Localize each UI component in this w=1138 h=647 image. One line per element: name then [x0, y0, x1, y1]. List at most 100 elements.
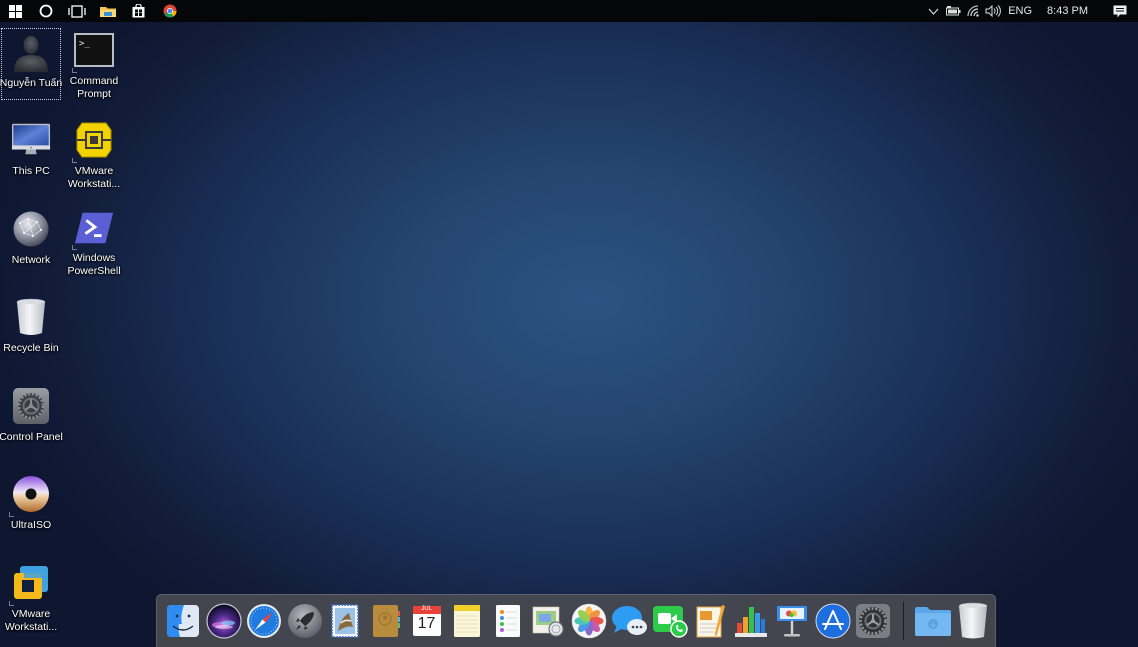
dock-item-facetime[interactable]: [651, 602, 689, 640]
notes-icon: [454, 605, 481, 637]
file-explorer-button[interactable]: [92, 0, 123, 22]
desktop-icon-command-prompt[interactable]: >_ Command Prompt: [64, 28, 124, 100]
finder-icon: [167, 605, 199, 637]
start-button[interactable]: [0, 0, 30, 22]
store-bag-icon: [132, 4, 145, 18]
desktop-icon-label: Control Panel: [0, 431, 63, 443]
task-view-button[interactable]: [61, 0, 92, 22]
store-button[interactable]: [123, 0, 154, 22]
trash-icon: [959, 602, 988, 639]
dock-item-contacts[interactable]: [367, 602, 405, 640]
battery-button[interactable]: [943, 0, 963, 22]
command-prompt-icon: >_: [74, 33, 114, 67]
network-button[interactable]: [963, 0, 983, 22]
dock-item-calendar[interactable]: JUL 17: [408, 602, 446, 640]
dock-item-siri[interactable]: [205, 602, 243, 640]
desktop-icon-label: Command Prompt: [69, 75, 119, 100]
contacts-book-icon: [372, 605, 400, 637]
chevron-down-icon: [928, 8, 939, 15]
desktop-icon-control-panel[interactable]: Control Panel: [0, 382, 63, 454]
desktop-icon-vmware-workstation-1[interactable]: VMware Workstati...: [64, 116, 124, 190]
keynote-podium-icon: [776, 606, 807, 637]
launchpad-rocket-icon: [287, 604, 322, 638]
shortcut-arrow-icon: [72, 245, 77, 250]
dock-item-preview[interactable]: [529, 602, 567, 640]
desktop-icon-vmware-workstation-2[interactable]: VMware Workstati...: [1, 559, 61, 633]
volume-icon: [985, 5, 1002, 17]
dock-item-app-store[interactable]: [814, 602, 852, 640]
dock-item-reminders[interactable]: [489, 602, 527, 640]
cortana-circle-icon: [39, 4, 52, 18]
vmware-blue-icon: [14, 566, 48, 599]
network-globe-icon: [13, 211, 49, 247]
desktop-icon-recycle-bin[interactable]: Recycle Bin: [1, 293, 61, 365]
cortana-button[interactable]: [30, 0, 61, 22]
dock-item-messages[interactable]: [611, 602, 649, 640]
shortcut-arrow-icon: [9, 512, 14, 517]
control-panel-gear-icon: [13, 388, 49, 424]
desktop-icon-windows-powershell[interactable]: Windows PowerShell: [64, 205, 124, 277]
safari-compass-icon: [247, 604, 282, 638]
facetime-icon: [653, 606, 688, 638]
vmware-yellow-icon: [76, 122, 112, 158]
calendar-day: 17: [417, 615, 436, 632]
desktop-icon-label: VMware Workstati...: [4, 608, 58, 633]
siri-icon: [205, 603, 242, 639]
volume-button[interactable]: [983, 0, 1003, 22]
shortcut-arrow-icon: [9, 601, 14, 606]
dock-separator: [902, 602, 904, 640]
dock: JUL 17: [156, 594, 996, 647]
chrome-button[interactable]: [154, 0, 185, 22]
dock-item-finder[interactable]: [164, 602, 202, 640]
input-language-indicator[interactable]: ENG: [1003, 5, 1039, 17]
folder-icon: [99, 6, 116, 17]
computer-icon: [11, 123, 51, 155]
shortcut-arrow-icon: [72, 158, 77, 163]
reminders-icon: [495, 605, 520, 637]
calendar-month: JUL: [421, 606, 432, 612]
mail-stamp-icon: [331, 604, 360, 638]
dock-item-notes[interactable]: [448, 602, 486, 640]
desktop-icon-label: UltraISO: [10, 519, 52, 531]
dock-item-keynote[interactable]: [773, 602, 811, 640]
app-store-icon: [815, 603, 850, 639]
dock-item-downloads[interactable]: [914, 602, 952, 640]
taskbar-left: [0, 0, 185, 22]
user-folder-icon: [14, 36, 48, 72]
photos-flower-icon: [571, 603, 607, 639]
task-view-icon: [67, 4, 86, 18]
dock-item-launchpad[interactable]: [286, 602, 324, 640]
action-center-button[interactable]: [1102, 0, 1138, 22]
taskbar: ENG 8:43 PM: [0, 0, 1138, 22]
recycle-bin-icon: [16, 298, 46, 335]
system-preferences-gear-icon: [856, 604, 891, 638]
desktop-icon-label: VMware Workstati...: [67, 165, 121, 190]
svg-text:>_: >_: [79, 39, 90, 49]
show-hidden-icons-button[interactable]: [923, 0, 943, 22]
battery-icon: [945, 6, 961, 16]
desktop-icon-ultraiso[interactable]: UltraISO: [1, 470, 61, 542]
system-tray: ENG 8:43 PM: [923, 0, 1138, 22]
preview-icon: [533, 606, 564, 637]
pages-icon: [696, 605, 725, 638]
numbers-chart-icon: [735, 607, 768, 637]
desktop-icon-label: Nguyễn Tuấn: [0, 77, 63, 89]
dock-item-mail[interactable]: [326, 602, 364, 640]
desktop-icon-user-folder[interactable]: Nguyễn Tuấn: [0, 28, 63, 100]
desktop-icon-label: This PC: [12, 165, 50, 177]
action-center-icon: [1113, 5, 1127, 17]
ultraiso-disc-icon: [13, 476, 49, 512]
wifi-icon: [967, 5, 979, 17]
dock-item-safari[interactable]: [245, 602, 283, 640]
shortcut-arrow-icon: [72, 68, 77, 73]
dock-item-system-preferences[interactable]: [854, 602, 892, 640]
clock[interactable]: 8:43 PM: [1039, 5, 1102, 17]
desktop-icon-label: Network: [11, 254, 51, 266]
dock-item-trash[interactable]: [954, 602, 992, 640]
downloads-folder-icon: [914, 607, 951, 636]
desktop-icon-this-pc[interactable]: This PC: [1, 116, 61, 188]
dock-item-photos[interactable]: [570, 602, 608, 640]
desktop-icon-network[interactable]: Network: [1, 205, 61, 277]
dock-item-numbers[interactable]: [732, 602, 770, 640]
dock-item-pages[interactable]: [692, 602, 730, 640]
